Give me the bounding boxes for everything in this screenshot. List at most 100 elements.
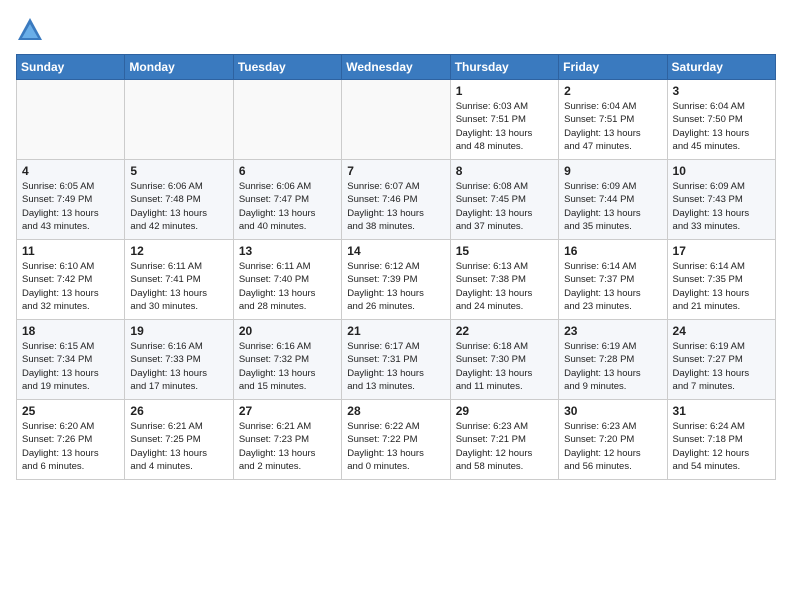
day-number: 30 <box>564 404 661 418</box>
day-number: 26 <box>130 404 227 418</box>
calendar-cell: 31 Sunrise: 6:24 AMSunset: 7:18 PMDayligh… <box>667 400 775 480</box>
day-number: 25 <box>22 404 119 418</box>
day-info: Sunrise: 6:24 AMSunset: 7:18 PMDaylight:… <box>673 420 770 473</box>
day-number: 24 <box>673 324 770 338</box>
calendar-cell: 14Sunrise: 6:12 AMSunset: 7:39 PMDayligh… <box>342 240 450 320</box>
calendar-cell: 4 Sunrise: 6:05 AMSunset: 7:49 PMDaylight… <box>17 160 125 240</box>
calendar-cell: 22 Sunrise: 6:18 AMSunset: 7:30 PMDayligh… <box>450 320 558 400</box>
logo-icon <box>16 16 44 44</box>
calendar-cell: 5Sunrise: 6:06 AMSunset: 7:48 PMDaylight… <box>125 160 233 240</box>
day-number: 11 <box>22 244 119 258</box>
day-info: Sunrise: 6:06 AMSunset: 7:47 PMDaylight:… <box>239 180 336 233</box>
calendar-cell: 8 Sunrise: 6:08 AMSunset: 7:45 PMDaylight… <box>450 160 558 240</box>
calendar-cell: 3 Sunrise: 6:04 AMSunset: 7:50 PMDaylight… <box>667 80 775 160</box>
day-number: 29 <box>456 404 553 418</box>
calendar-cell: 29 Sunrise: 6:23 AMSunset: 7:21 PMDayligh… <box>450 400 558 480</box>
calendar-cell: 13 Sunrise: 6:11 AMSunset: 7:40 PMDayligh… <box>233 240 341 320</box>
day-number: 4 <box>22 164 119 178</box>
calendar-cell: 12 Sunrise: 6:11 AMSunset: 7:41 PMDayligh… <box>125 240 233 320</box>
calendar-week-row: 4 Sunrise: 6:05 AMSunset: 7:49 PMDaylight… <box>17 160 776 240</box>
weekday-header: Wednesday <box>342 55 450 80</box>
calendar-table: SundayMondayTuesdayWednesdayThursdayFrid… <box>16 54 776 480</box>
day-info: Sunrise: 6:15 AMSunset: 7:34 PMDaylight:… <box>22 340 119 393</box>
day-number: 31 <box>673 404 770 418</box>
day-number: 5 <box>130 164 227 178</box>
day-number: 22 <box>456 324 553 338</box>
day-info: Sunrise: 6:04 AMSunset: 7:51 PMDaylight:… <box>564 100 661 153</box>
calendar-cell: 26 Sunrise: 6:21 AMSunset: 7:25 PMDayligh… <box>125 400 233 480</box>
day-info: Sunrise: 6:11 AMSunset: 7:41 PMDaylight:… <box>130 260 227 313</box>
day-info: Sunrise: 6:05 AMSunset: 7:49 PMDaylight:… <box>22 180 119 233</box>
day-number: 21 <box>347 324 444 338</box>
day-number: 18 <box>22 324 119 338</box>
day-info: Sunrise: 6:20 AMSunset: 7:26 PMDaylight:… <box>22 420 119 473</box>
day-number: 16 <box>564 244 661 258</box>
day-info: Sunrise: 6:19 AMSunset: 7:27 PMDaylight:… <box>673 340 770 393</box>
weekday-header: Saturday <box>667 55 775 80</box>
logo <box>16 16 48 44</box>
day-number: 12 <box>130 244 227 258</box>
day-info: Sunrise: 6:16 AMSunset: 7:32 PMDaylight:… <box>239 340 336 393</box>
day-info: Sunrise: 6:17 AMSunset: 7:31 PMDaylight:… <box>347 340 444 393</box>
calendar-cell: 23Sunrise: 6:19 AMSunset: 7:28 PMDayligh… <box>559 320 667 400</box>
calendar-cell: 20 Sunrise: 6:16 AMSunset: 7:32 PMDayligh… <box>233 320 341 400</box>
day-info: Sunrise: 6:10 AMSunset: 7:42 PMDaylight:… <box>22 260 119 313</box>
day-number: 20 <box>239 324 336 338</box>
calendar-cell <box>342 80 450 160</box>
day-info: Sunrise: 6:11 AMSunset: 7:40 PMDaylight:… <box>239 260 336 313</box>
day-number: 27 <box>239 404 336 418</box>
day-info: Sunrise: 6:04 AMSunset: 7:50 PMDaylight:… <box>673 100 770 153</box>
day-number: 1 <box>456 84 553 98</box>
calendar-week-row: 1 Sunrise: 6:03 AMSunset: 7:51 PMDaylight… <box>17 80 776 160</box>
calendar-cell: 6 Sunrise: 6:06 AMSunset: 7:47 PMDaylight… <box>233 160 341 240</box>
calendar-cell: 7 Sunrise: 6:07 AMSunset: 7:46 PMDaylight… <box>342 160 450 240</box>
day-info: Sunrise: 6:23 AMSunset: 7:21 PMDaylight:… <box>456 420 553 473</box>
day-number: 13 <box>239 244 336 258</box>
day-number: 15 <box>456 244 553 258</box>
day-info: Sunrise: 6:12 AMSunset: 7:39 PMDaylight:… <box>347 260 444 313</box>
calendar-cell: 24 Sunrise: 6:19 AMSunset: 7:27 PMDayligh… <box>667 320 775 400</box>
calendar-cell: 10 Sunrise: 6:09 AMSunset: 7:43 PMDayligh… <box>667 160 775 240</box>
weekday-header: Monday <box>125 55 233 80</box>
day-info: Sunrise: 6:16 AMSunset: 7:33 PMDaylight:… <box>130 340 227 393</box>
calendar-cell: 28 Sunrise: 6:22 AMSunset: 7:22 PMDayligh… <box>342 400 450 480</box>
calendar-cell: 17 Sunrise: 6:14 AMSunset: 7:35 PMDayligh… <box>667 240 775 320</box>
day-number: 7 <box>347 164 444 178</box>
calendar-cell: 19Sunrise: 6:16 AMSunset: 7:33 PMDayligh… <box>125 320 233 400</box>
day-info: Sunrise: 6:22 AMSunset: 7:22 PMDaylight:… <box>347 420 444 473</box>
day-info: Sunrise: 6:21 AMSunset: 7:23 PMDaylight:… <box>239 420 336 473</box>
calendar-cell: 25 Sunrise: 6:20 AMSunset: 7:26 PMDayligh… <box>17 400 125 480</box>
day-info: Sunrise: 6:07 AMSunset: 7:46 PMDaylight:… <box>347 180 444 233</box>
page-header <box>16 16 776 44</box>
day-info: Sunrise: 6:08 AMSunset: 7:45 PMDaylight:… <box>456 180 553 233</box>
day-info: Sunrise: 6:23 AMSunset: 7:20 PMDaylight:… <box>564 420 661 473</box>
calendar-cell: 21 Sunrise: 6:17 AMSunset: 7:31 PMDayligh… <box>342 320 450 400</box>
day-number: 17 <box>673 244 770 258</box>
day-number: 3 <box>673 84 770 98</box>
calendar-cell <box>17 80 125 160</box>
day-info: Sunrise: 6:09 AMSunset: 7:44 PMDaylight:… <box>564 180 661 233</box>
calendar-cell <box>125 80 233 160</box>
day-info: Sunrise: 6:21 AMSunset: 7:25 PMDaylight:… <box>130 420 227 473</box>
day-number: 8 <box>456 164 553 178</box>
day-info: Sunrise: 6:14 AMSunset: 7:35 PMDaylight:… <box>673 260 770 313</box>
calendar-cell: 16Sunrise: 6:14 AMSunset: 7:37 PMDayligh… <box>559 240 667 320</box>
weekday-header: Tuesday <box>233 55 341 80</box>
day-info: Sunrise: 6:19 AMSunset: 7:28 PMDaylight:… <box>564 340 661 393</box>
day-info: Sunrise: 6:03 AMSunset: 7:51 PMDaylight:… <box>456 100 553 153</box>
day-info: Sunrise: 6:18 AMSunset: 7:30 PMDaylight:… <box>456 340 553 393</box>
day-number: 6 <box>239 164 336 178</box>
calendar-cell: 30 Sunrise: 6:23 AMSunset: 7:20 PMDayligh… <box>559 400 667 480</box>
weekday-header-row: SundayMondayTuesdayWednesdayThursdayFrid… <box>17 55 776 80</box>
calendar-week-row: 11 Sunrise: 6:10 AMSunset: 7:42 PMDayligh… <box>17 240 776 320</box>
calendar-cell: 27 Sunrise: 6:21 AMSunset: 7:23 PMDayligh… <box>233 400 341 480</box>
day-number: 28 <box>347 404 444 418</box>
calendar-week-row: 18 Sunrise: 6:15 AMSunset: 7:34 PMDayligh… <box>17 320 776 400</box>
day-info: Sunrise: 6:09 AMSunset: 7:43 PMDaylight:… <box>673 180 770 233</box>
calendar-cell: 1 Sunrise: 6:03 AMSunset: 7:51 PMDaylight… <box>450 80 558 160</box>
calendar-cell <box>233 80 341 160</box>
day-number: 2 <box>564 84 661 98</box>
calendar-cell: 18 Sunrise: 6:15 AMSunset: 7:34 PMDayligh… <box>17 320 125 400</box>
day-number: 10 <box>673 164 770 178</box>
weekday-header: Friday <box>559 55 667 80</box>
